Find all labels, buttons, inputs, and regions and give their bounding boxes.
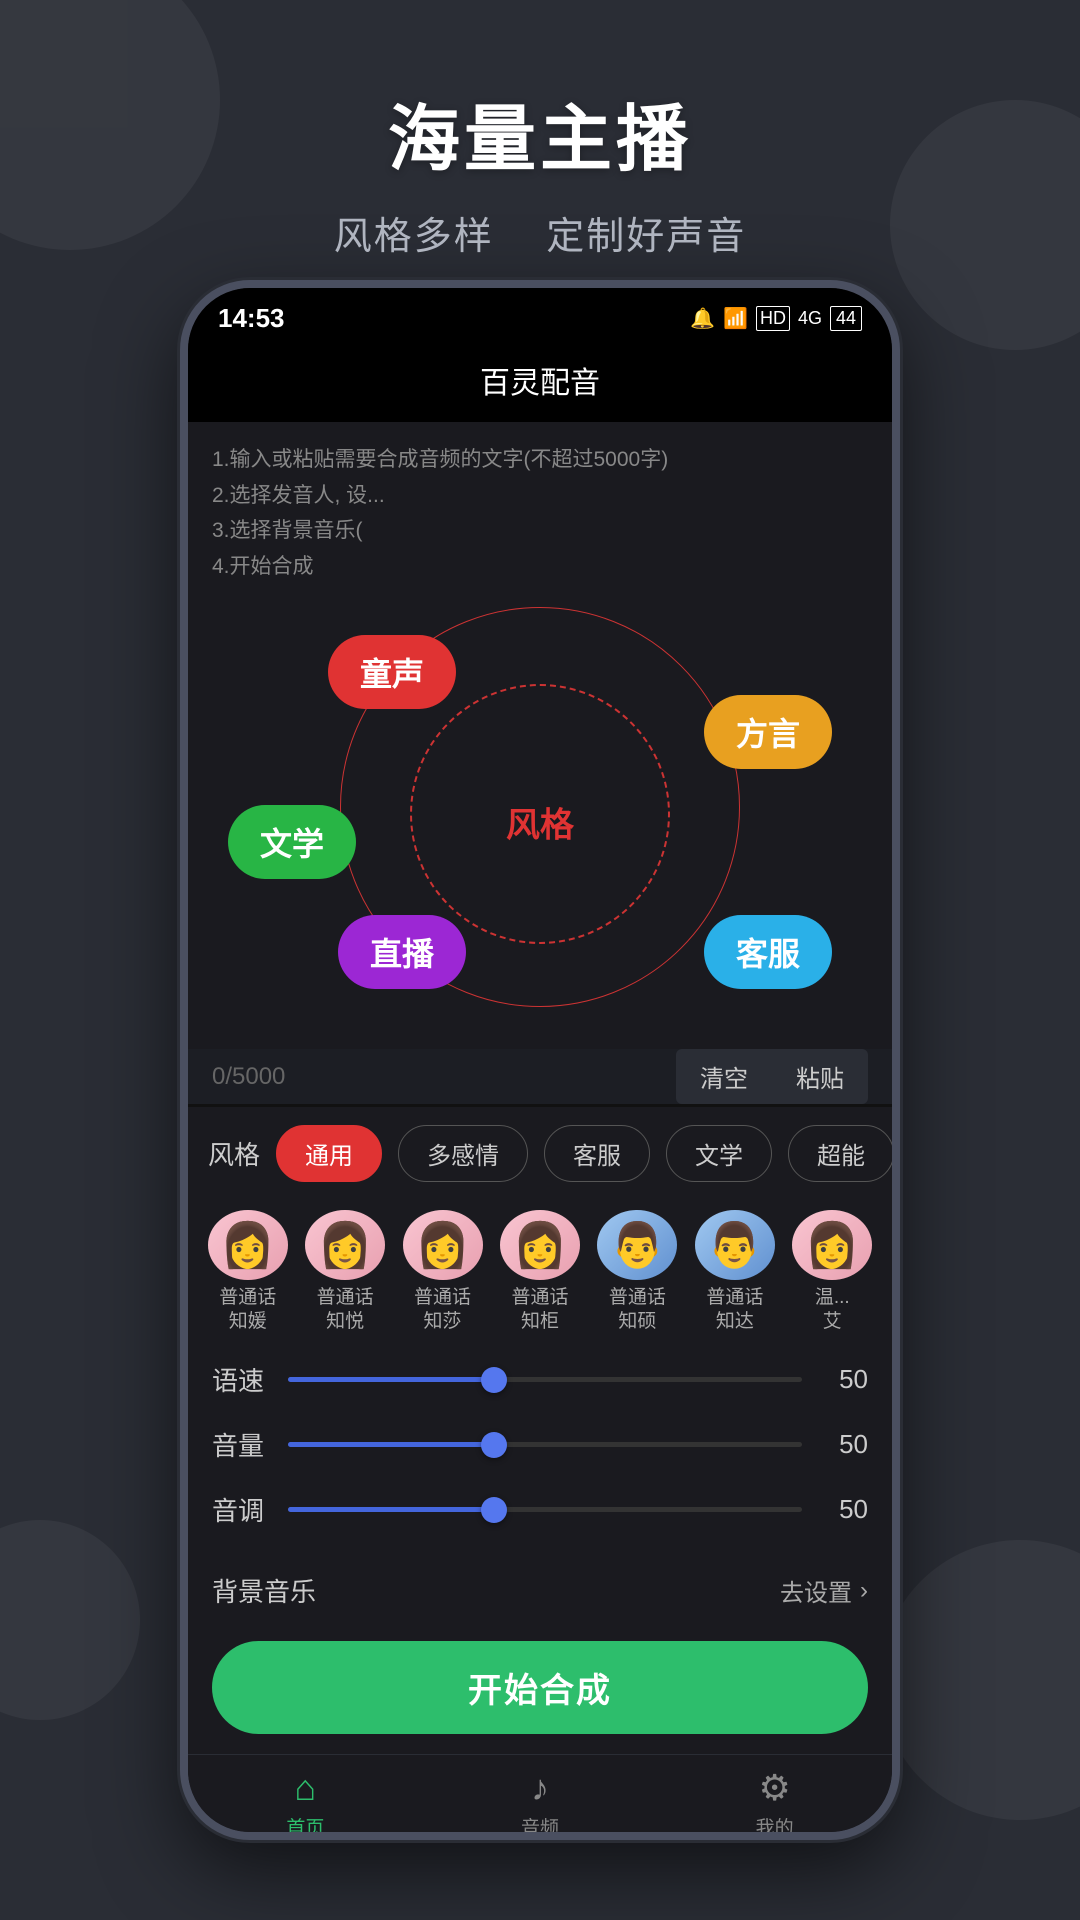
voice-item-zhishuo[interactable]: 👨 普通话知硕 [594, 1210, 681, 1335]
avatar-wen: 👩 [792, 1210, 872, 1280]
avatar-zhida: 👨 [695, 1210, 775, 1280]
bubble-wenxue[interactable]: 文学 [228, 805, 356, 879]
voices-row: 👩 普通话知媛 👩 普通话知悦 👩 普通话知莎 [188, 1200, 892, 1351]
phone-shell: 14:53 🔔 📶 HD 4G 44 百灵配音 1.输入或粘贴需要合成音频的文字… [180, 280, 900, 1840]
style-wheel: 风格 童声 方言 文学 直播 客服 [188, 605, 892, 1049]
bg-music-row: 背景音乐 去设置 › [188, 1566, 892, 1625]
pitch-track[interactable] [288, 1507, 802, 1512]
voice-name-zhiyue: 普通话知悦 [317, 1286, 374, 1335]
pitch-slider-row: 音调 50 [212, 1491, 868, 1528]
pitch-value: 50 [818, 1494, 868, 1525]
style-filter-row: 风格 通用 多感情 客服 文学 超能 [188, 1107, 892, 1200]
bottom-nav: ⌂ 首页 ♪ 音频 ⚙ 我的 [188, 1754, 892, 1840]
start-synthesis-button[interactable]: 开始合成 [212, 1641, 868, 1734]
voice-item-zhiyue[interactable]: 👩 普通话知悦 [301, 1210, 388, 1335]
filter-kefu[interactable]: 客服 [544, 1125, 650, 1182]
hd-icon: HD [756, 306, 790, 331]
style-filter-label: 风格 [208, 1135, 260, 1172]
status-icons: 🔔 📶 HD 4G 44 [690, 306, 862, 331]
bg-music-setting-text: 去设置 [780, 1573, 852, 1608]
voice-name-zhisha: 普通话知莎 [414, 1286, 471, 1335]
bubble-tongsheng[interactable]: 童声 [328, 635, 456, 709]
voice-name-zhida: 普通话知达 [706, 1286, 763, 1335]
filter-tongyong[interactable]: 通用 [276, 1125, 382, 1182]
signal-icon: 🔔 [690, 306, 715, 331]
filter-wenxue[interactable]: 文学 [666, 1125, 772, 1182]
pitch-thumb[interactable] [481, 1497, 507, 1523]
volume-fill [288, 1442, 494, 1447]
voice-item-zhigui[interactable]: 👩 普通话知柜 [496, 1210, 583, 1335]
page-sub-title: 风格多样 定制好声音 [0, 205, 1080, 260]
wifi-icon: 📶 [723, 306, 748, 331]
instructions-text: 1.输入或粘贴需要合成音频的文字(不超过5000字) 2.选择发音人, 设...… [188, 422, 892, 595]
cellular-icon: 4G [798, 308, 822, 329]
instruction-line4: 4.开始合成 [212, 549, 868, 585]
phone-mockup: 14:53 🔔 📶 HD 4G 44 百灵配音 1.输入或粘贴需要合成音频的文字… [180, 280, 900, 1840]
voice-name-zhishuo: 普通话知硕 [609, 1286, 666, 1335]
voice-item-zhisha[interactable]: 👩 普通话知莎 [399, 1210, 486, 1335]
filter-duogangqing[interactable]: 多感情 [398, 1125, 528, 1182]
instruction-line3: 3.选择背景音乐( [212, 513, 868, 549]
phone-body: 1.输入或粘贴需要合成音频的文字(不超过5000字) 2.选择发音人, 设...… [188, 422, 892, 1840]
bubble-fangyan[interactable]: 方言 [704, 695, 832, 769]
avatar-zhisha: 👩 [403, 1210, 483, 1280]
voice-item-wen[interactable]: 👩 温...艾 [789, 1210, 876, 1335]
char-counter: 0/5000 [212, 1063, 285, 1091]
speed-slider-row: 语速 50 [212, 1361, 868, 1398]
speed-value: 50 [818, 1364, 868, 1395]
nav-music-label: 音频 [521, 1813, 559, 1840]
volume-track[interactable] [288, 1442, 802, 1447]
nav-music[interactable]: ♪ 音频 [521, 1767, 559, 1840]
bg-music-label: 背景音乐 [212, 1572, 316, 1609]
nav-user[interactable]: ⚙ 我的 [756, 1767, 794, 1840]
bubble-zhibo[interactable]: 直播 [338, 915, 466, 989]
clear-button[interactable]: 清空 [676, 1049, 772, 1104]
user-icon: ⚙ [758, 1767, 790, 1809]
nav-home[interactable]: ⌂ 首页 [286, 1767, 324, 1840]
pitch-label: 音调 [212, 1491, 272, 1528]
speed-thumb[interactable] [481, 1367, 507, 1393]
avatar-zhiyue: 👩 [305, 1210, 385, 1280]
chevron-right-icon: › [860, 1577, 868, 1605]
action-buttons: 清空 粘贴 [676, 1049, 868, 1104]
sliders-section: 语速 50 音量 50 [188, 1351, 892, 1566]
battery-icon: 44 [830, 306, 862, 331]
counter-row: 0/5000 清空 粘贴 [188, 1049, 892, 1104]
sub-title-part2: 定制好声音 [546, 216, 746, 258]
nav-home-label: 首页 [286, 1813, 324, 1840]
voice-item-zhiyuan[interactable]: 👩 普通话知媛 [204, 1210, 291, 1335]
avatar-zhishuo: 👨 [597, 1210, 677, 1280]
avatar-zhiyuan: 👩 [208, 1210, 288, 1280]
filter-chao[interactable]: 超能 [788, 1125, 892, 1182]
volume-value: 50 [818, 1429, 868, 1460]
start-button-wrap: 开始合成 [188, 1625, 892, 1754]
app-title: 百灵配音 [480, 367, 600, 400]
volume-label: 音量 [212, 1426, 272, 1463]
voice-item-zhida[interactable]: 👨 普通话知达 [691, 1210, 778, 1335]
sub-title-part1: 风格多样 [334, 216, 494, 258]
nav-user-label: 我的 [756, 1813, 794, 1840]
voice-name-wen: 温...艾 [815, 1286, 850, 1335]
voice-name-zhigui: 普通话知柜 [511, 1286, 568, 1335]
wheel-center-label: 风格 [506, 798, 574, 847]
title-bar: 百灵配音 [188, 348, 892, 422]
page-main-title: 海量主播 [0, 80, 1080, 185]
voice-name-zhiyuan: 普通话知媛 [219, 1286, 276, 1335]
instruction-line2: 2.选择发音人, 设... [212, 478, 868, 514]
speed-track[interactable] [288, 1377, 802, 1382]
status-time: 14:53 [218, 303, 285, 334]
bg-music-setting[interactable]: 去设置 › [780, 1573, 868, 1608]
bubble-kefu[interactable]: 客服 [704, 915, 832, 989]
home-icon: ⌂ [294, 1767, 316, 1809]
music-icon: ♪ [531, 1767, 549, 1809]
volume-thumb[interactable] [481, 1432, 507, 1458]
avatar-zhigui: 👩 [500, 1210, 580, 1280]
speed-fill [288, 1377, 494, 1382]
pitch-fill [288, 1507, 494, 1512]
volume-slider-row: 音量 50 [212, 1426, 868, 1463]
instruction-line1: 1.输入或粘贴需要合成音频的文字(不超过5000字) [212, 442, 868, 478]
speed-label: 语速 [212, 1361, 272, 1398]
paste-button[interactable]: 粘贴 [772, 1049, 868, 1104]
